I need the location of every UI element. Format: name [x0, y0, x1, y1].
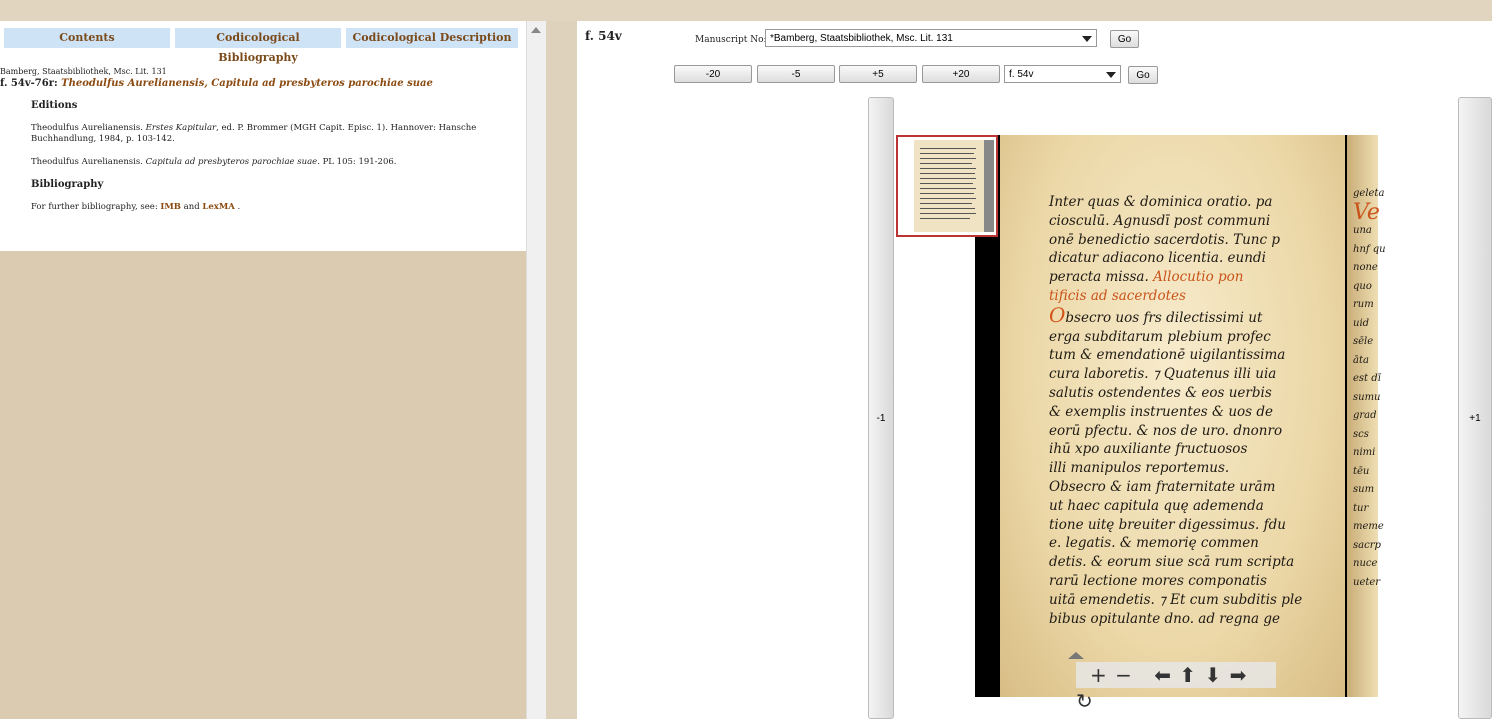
zoom-in-icon[interactable]: + — [1090, 662, 1107, 688]
scroll-up-arrow-icon[interactable] — [531, 27, 541, 33]
viewer-controls: + − ⬅ ⬆ ⬇ ➡ ↻ — [1068, 652, 1276, 713]
tab-contents[interactable]: Contents — [4, 28, 170, 48]
navigator-thumbnail[interactable] — [896, 135, 998, 237]
nav-plus-5-button[interactable]: +5 — [839, 65, 917, 83]
folio-go-button[interactable]: Go — [1128, 66, 1158, 84]
facing-page-script: geleta Ve una hnf qu none quo rum uid sē… — [1353, 188, 1386, 588]
edition-item: Theodulfus Aurelianensis. Capitula ad pr… — [31, 157, 397, 167]
description-panel: Contents Codicological Bibliography Codi… — [0, 21, 526, 251]
tab-codicological-bibliography[interactable]: Codicological Bibliography — [175, 28, 341, 64]
pan-down-icon[interactable]: ⬇ — [1205, 662, 1222, 688]
bibliography-text: For further bibliography, see: IMB and L… — [31, 202, 241, 212]
tab-codicological-description[interactable]: Codicological Description — [346, 28, 518, 48]
viewer-panel: f. 54v Manuscript No: *Bamberg, Staatsbi… — [577, 21, 1492, 719]
thumbnail-page — [914, 140, 984, 232]
manuscript-no-label: Manuscript No: — [695, 35, 767, 45]
pan-left-icon[interactable]: ⬅ — [1154, 662, 1171, 688]
contents-entry: f. 54v-76r: Theodulfus Aurelianensis, Ca… — [0, 78, 433, 89]
manuscript-title: Bamberg, Staatsbibliothek, Msc. Lit. 131 — [0, 67, 167, 76]
rotate-icon[interactable]: ↻ — [1076, 688, 1093, 714]
left-scrollbar[interactable] — [526, 21, 546, 719]
work-link[interactable]: Theodulfus Aurelianensis, Capitula ad pr… — [61, 78, 433, 89]
folio-range: f. 54v-76r: — [0, 78, 62, 89]
current-folio-label: f. 54v — [585, 29, 622, 43]
bibliography-heading: Bibliography — [31, 179, 104, 190]
nav-minus-20-button[interactable]: -20 — [674, 65, 752, 83]
nav-minus-5-button[interactable]: -5 — [757, 65, 835, 83]
nav-plus-20-button[interactable]: +20 — [922, 65, 1000, 83]
chevron-down-icon — [1106, 72, 1116, 78]
folio-select[interactable]: f. 54v — [1004, 65, 1121, 83]
initial: O — [1049, 302, 1066, 327]
thumbnail-facing-edge — [984, 140, 994, 232]
manuscript-go-button[interactable]: Go — [1110, 30, 1139, 48]
zoom-out-icon[interactable]: − — [1115, 662, 1132, 688]
next-page-button[interactable]: +1 — [1458, 97, 1492, 719]
previous-page-button[interactable]: -1 — [868, 97, 894, 719]
top-bar — [0, 0, 1492, 21]
rubric: tificis ad sacerdotes — [1049, 287, 1186, 304]
manuscript-script: Inter quas & dominica oratio. pa cioscul… — [1049, 193, 1319, 628]
pan-up-icon[interactable]: ⬆ — [1179, 662, 1196, 688]
editions-heading: Editions — [31, 100, 78, 111]
chevron-down-icon — [1082, 36, 1092, 42]
imb-link[interactable]: IMB — [160, 202, 181, 212]
rubric: Allocutio pon — [1153, 269, 1244, 286]
edition-item: Theodulfus Aurelianensis. Erstes Kapitul… — [31, 123, 477, 144]
lexma-link[interactable]: LexMA — [202, 202, 234, 212]
manuscript-select[interactable]: *Bamberg, Staatsbibliothek, Msc. Lit. 13… — [765, 29, 1097, 47]
left-pane-background — [0, 251, 526, 719]
controls-toggle-icon[interactable] — [1068, 652, 1084, 659]
pan-right-icon[interactable]: ➡ — [1230, 662, 1247, 688]
image-viewer[interactable]: Inter quas & dominica oratio. pa cioscul… — [975, 135, 1386, 697]
